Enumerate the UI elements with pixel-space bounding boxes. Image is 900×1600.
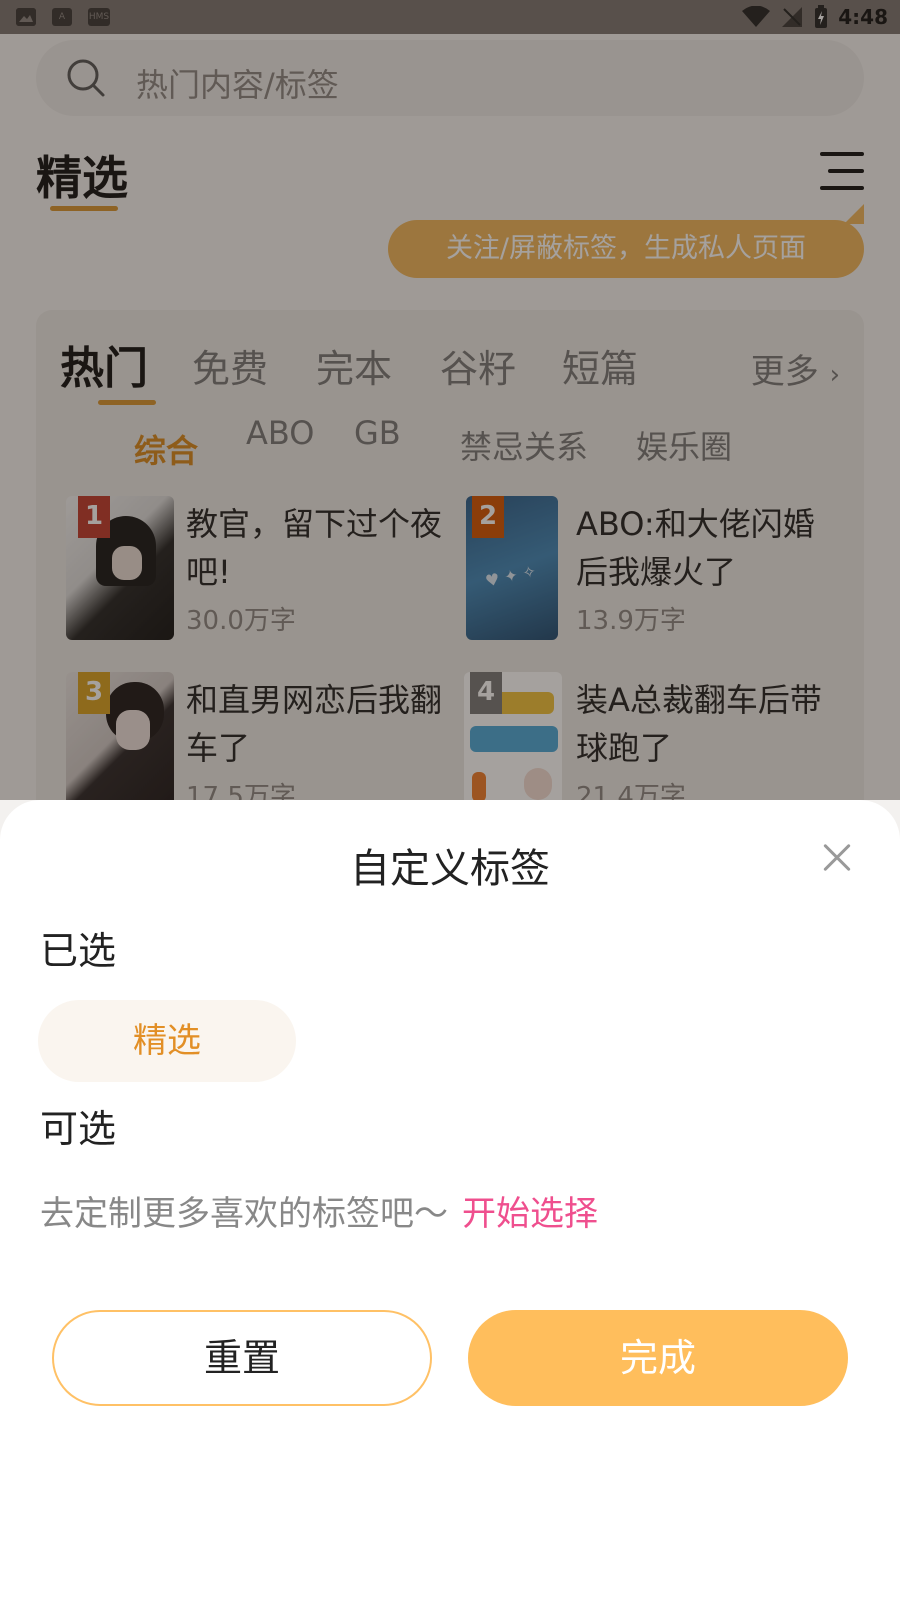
selected-tag-chip[interactable]: 精选 (38, 1000, 296, 1082)
available-section-label: 可选 (40, 1107, 117, 1151)
close-icon[interactable] (822, 842, 852, 872)
available-hint: 去定制更多喜欢的标签吧～ (40, 1194, 448, 1234)
modal-overlay[interactable] (0, 0, 900, 800)
custom-tags-sheet: 自定义标签 已选 精选 可选 去定制更多喜欢的标签吧～ 开始选择 重置 完成 (0, 800, 900, 1600)
start-select-link[interactable]: 开始选择 (462, 1186, 598, 1235)
done-button[interactable]: 完成 (468, 1310, 848, 1406)
selected-section-label: 已选 (40, 929, 117, 973)
sheet-title: 自定义标签 (350, 846, 550, 892)
reset-button[interactable]: 重置 (52, 1310, 432, 1406)
